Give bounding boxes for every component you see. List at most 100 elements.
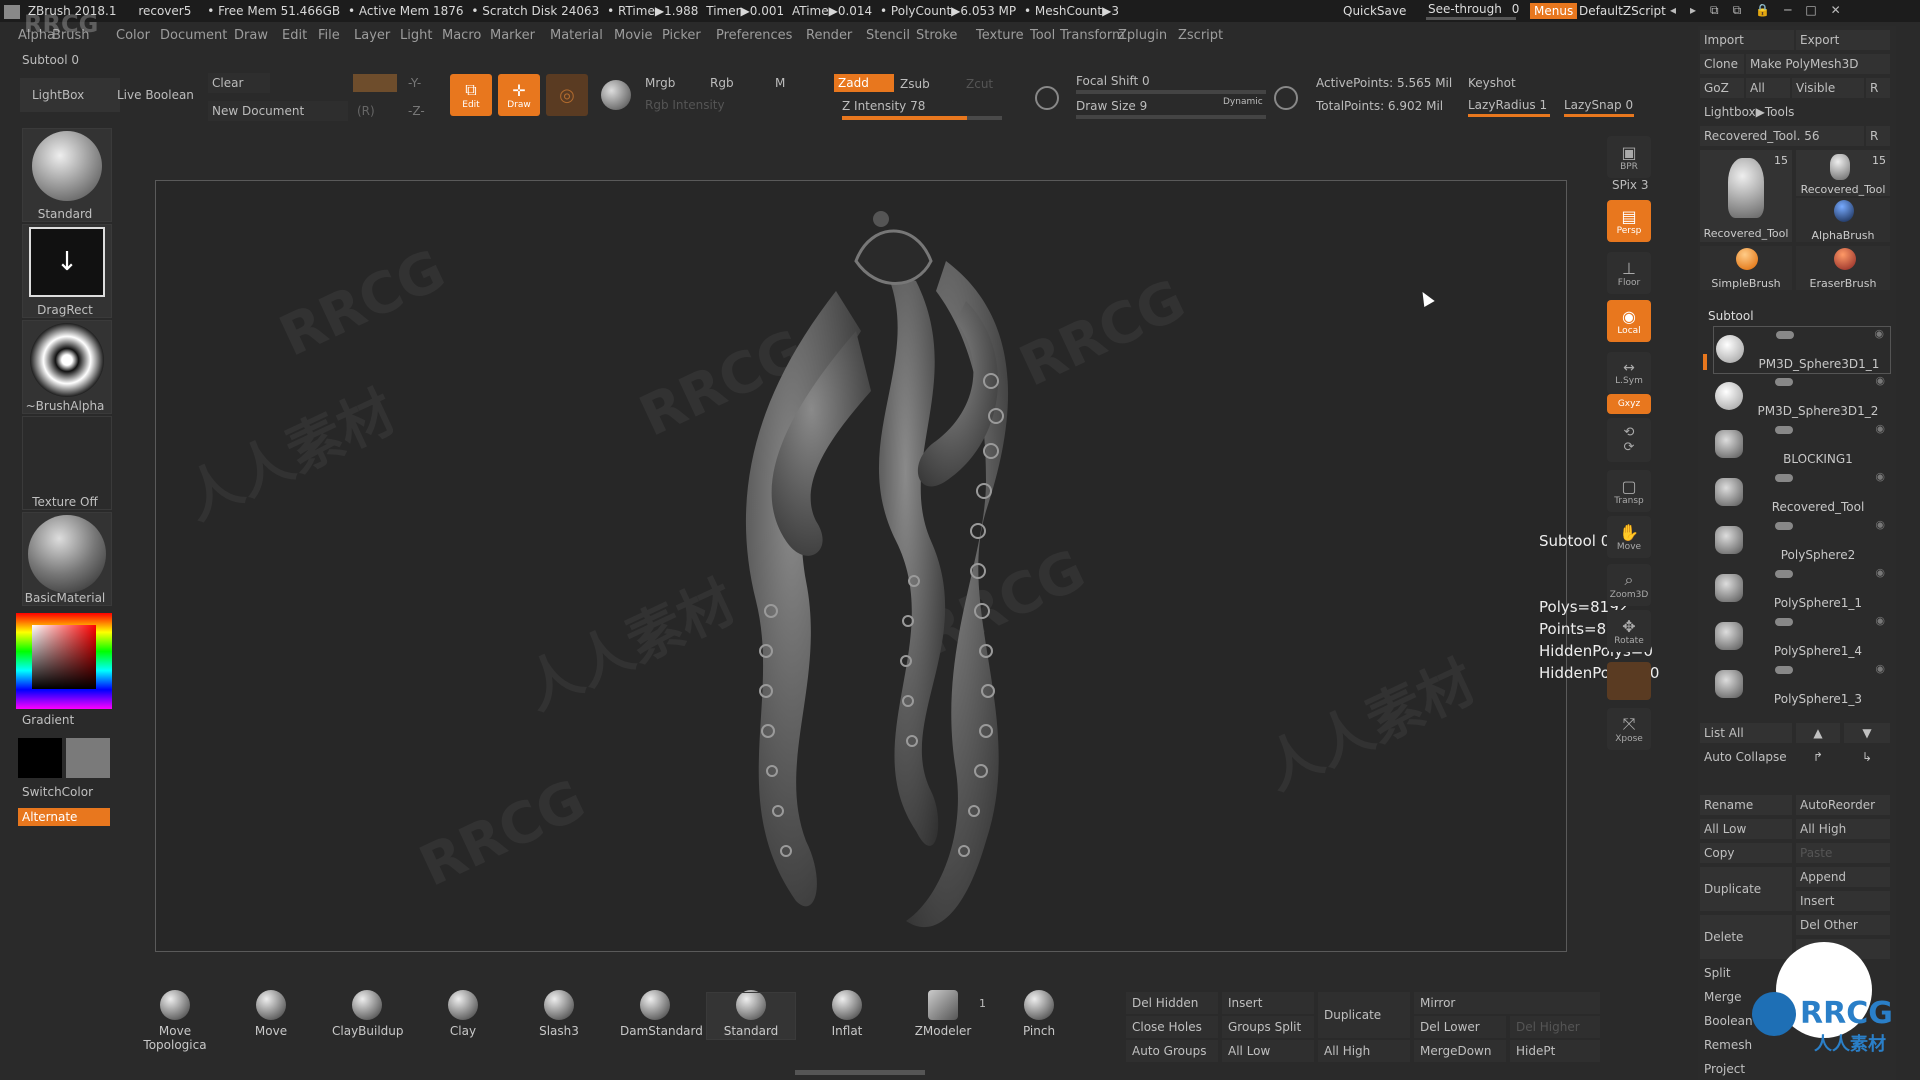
zcut-button[interactable]: Zcut xyxy=(966,77,993,91)
viewport-canvas[interactable]: RRCG 人人素材 RRCG 人人素材 RRCG RRCG 人人素材 RRCG xyxy=(155,180,1567,952)
zoom3d-button[interactable]: ⌕ Zoom3D xyxy=(1607,564,1651,606)
list-all-button[interactable]: List All xyxy=(1700,723,1792,743)
goz-button[interactable]: GoZ xyxy=(1700,78,1744,98)
draw-size-slider[interactable]: Draw Size 9 xyxy=(1076,99,1147,113)
bottom-scroll-handle[interactable] xyxy=(795,1070,925,1075)
switch-color-button[interactable]: SwitchColor xyxy=(0,785,96,799)
subtool-visibility-toggle[interactable] xyxy=(1775,378,1793,386)
auto-reorder-button[interactable]: AutoReorder xyxy=(1796,795,1890,815)
live-boolean-button[interactable]: Live Boolean xyxy=(117,88,194,102)
tool-thumb-eraserbrush[interactable]: EraserBrush xyxy=(1796,246,1890,290)
brush-button[interactable]: ZModeler xyxy=(908,990,978,1042)
mrgb-button[interactable]: Mrgb xyxy=(645,76,675,90)
insert-mesh-button[interactable]: Insert xyxy=(1222,992,1314,1014)
rename-button[interactable]: Rename xyxy=(1700,795,1792,815)
brush-button[interactable]: Slash3 xyxy=(524,990,594,1042)
tool-thumb-simplebrush[interactable]: SimpleBrush xyxy=(1700,246,1792,290)
subtool-row[interactable]: ◉ PolySphere1_4 xyxy=(1713,614,1891,662)
subtool-visibility-toggle[interactable] xyxy=(1775,666,1793,674)
secondary-color-swatch[interactable] xyxy=(66,738,110,778)
menu-item-stroke[interactable]: Stroke xyxy=(916,28,957,43)
eye-icon[interactable]: ◉ xyxy=(1875,422,1885,435)
menu-item-tool[interactable]: Tool xyxy=(1030,28,1055,43)
insert-button[interactable]: Insert xyxy=(1796,891,1890,911)
eye-icon[interactable]: ◉ xyxy=(1874,327,1884,340)
brush-button[interactable]: ClayBuildup xyxy=(332,990,404,1042)
brush-button[interactable]: Pinch xyxy=(1004,990,1074,1042)
menu-item-preferences[interactable]: Preferences xyxy=(716,28,792,43)
r-sym-toggle[interactable]: (R) xyxy=(357,104,375,118)
move-up-button[interactable]: ▲ xyxy=(1796,723,1840,743)
tool-thumb-alphabrush[interactable]: AlphaBrush xyxy=(1796,198,1890,242)
material-sphere-icon[interactable] xyxy=(601,80,631,110)
export-button[interactable]: Export xyxy=(1796,30,1890,50)
menu-item-picker[interactable]: Picker xyxy=(662,28,701,43)
menu-item-texture[interactable]: Texture xyxy=(976,28,1024,43)
subtool-row[interactable]: ◉ BLOCKING1 xyxy=(1713,422,1891,470)
eye-icon[interactable]: ◉ xyxy=(1875,518,1885,531)
main-color-swatch[interactable] xyxy=(18,738,62,778)
eye-icon[interactable]: ◉ xyxy=(1875,614,1885,627)
quicksave-button[interactable]: QuickSave xyxy=(1343,4,1406,18)
subtool-row[interactable]: ◉ PolySphere1_1 xyxy=(1713,566,1891,614)
menu-item-document[interactable]: Document xyxy=(160,28,227,43)
lazy-radius-track[interactable] xyxy=(1468,114,1550,117)
new-document-button[interactable]: New Document xyxy=(208,101,348,121)
brush-button[interactable]: DamStandard xyxy=(620,990,703,1042)
goz-all-button[interactable]: All xyxy=(1746,78,1790,98)
make-polymesh-button[interactable]: Make PolyMesh3D xyxy=(1746,54,1890,74)
color-picker[interactable] xyxy=(16,613,112,709)
goz-visible-button[interactable]: Visible xyxy=(1792,78,1864,98)
window-controls[interactable]: ◂▸⧉⧉🔒─□✕ xyxy=(1670,3,1855,18)
subtool-row[interactable]: ◉ Recovered_Tool xyxy=(1713,470,1891,518)
subtool-visibility-toggle[interactable] xyxy=(1775,426,1793,434)
hide-pt-button[interactable]: HidePt xyxy=(1510,1040,1600,1062)
z-intensity-slider[interactable] xyxy=(842,116,1002,120)
merge-down-button[interactable]: MergeDown xyxy=(1414,1040,1506,1062)
menu-item-macro[interactable]: Macro xyxy=(442,28,481,43)
all-low-bottom-button[interactable]: All Low xyxy=(1222,1040,1314,1062)
menus-button[interactable]: Menus xyxy=(1530,3,1578,19)
arrow-up-right-button[interactable]: ↱ xyxy=(1796,747,1840,767)
subtool-visibility-toggle[interactable] xyxy=(1775,618,1793,626)
menu-item-marker[interactable]: Marker xyxy=(490,28,535,43)
subtool-row[interactable]: ◉ PolySphere1_3 xyxy=(1713,662,1891,710)
tool-thumb-recovered-small[interactable]: 15 Recovered_Tool xyxy=(1796,150,1890,196)
draw-size-track[interactable] xyxy=(1076,115,1266,119)
menu-item-render[interactable]: Render xyxy=(806,28,852,43)
tool-thumb-recovered[interactable]: 15 Recovered_Tool xyxy=(1700,150,1792,242)
brush-button[interactable]: Clay xyxy=(428,990,498,1042)
move-view-button[interactable]: ✋ Move xyxy=(1607,516,1651,558)
move-down-button[interactable]: ▼ xyxy=(1844,723,1890,743)
lsym-button[interactable]: ↔ L.Sym xyxy=(1607,352,1651,394)
eye-icon[interactable]: ◉ xyxy=(1875,470,1885,483)
paste-button[interactable]: Paste xyxy=(1796,843,1890,863)
append-button[interactable]: Append xyxy=(1796,867,1890,887)
duplicate-button[interactable]: Duplicate xyxy=(1700,867,1792,911)
local-button[interactable]: ◉ Local xyxy=(1607,300,1651,342)
edit-mode-button[interactable]: ⧉ Edit xyxy=(450,74,492,116)
goz-r-button[interactable]: R xyxy=(1866,78,1890,98)
del-higher-button[interactable]: Del Higher xyxy=(1510,1016,1600,1038)
xpose-button[interactable]: ⤧ Xpose xyxy=(1607,708,1651,750)
brush-button[interactable]: Inflat xyxy=(812,990,882,1042)
see-through-track[interactable] xyxy=(1426,17,1516,20)
close-holes-button[interactable]: Close Holes xyxy=(1126,1016,1218,1038)
auto-collapse-button[interactable]: Auto Collapse xyxy=(1700,747,1792,767)
remesh-button[interactable]: Remesh xyxy=(1700,1035,1792,1055)
bpr-button[interactable]: ▣ BPR xyxy=(1607,136,1651,178)
arrow-down-right-button[interactable]: ↳ xyxy=(1844,747,1890,767)
zadd-button[interactable]: Zadd xyxy=(834,74,894,92)
menu-item-zscript[interactable]: Zscript xyxy=(1178,28,1223,43)
lightbox-tools-button[interactable]: Lightbox▶Tools xyxy=(1700,102,1890,122)
menu-item-zplugin[interactable]: Zplugin xyxy=(1118,28,1167,43)
duplicate-subtool-button[interactable]: Duplicate xyxy=(1318,992,1410,1038)
lazy-snap-track[interactable] xyxy=(1564,114,1634,117)
subtool-row[interactable]: ◉ PolySphere2 xyxy=(1713,518,1891,566)
lazy-snap-slider[interactable]: LazySnap 0 xyxy=(1564,98,1633,112)
focal-shift-icon[interactable] xyxy=(1035,86,1059,110)
see-through-slider[interactable]: See-through 0 xyxy=(1428,2,1519,16)
focal-shift-track[interactable] xyxy=(1076,90,1266,94)
eye-icon[interactable]: ◉ xyxy=(1875,566,1885,579)
draw-size-icon[interactable] xyxy=(1274,86,1298,110)
